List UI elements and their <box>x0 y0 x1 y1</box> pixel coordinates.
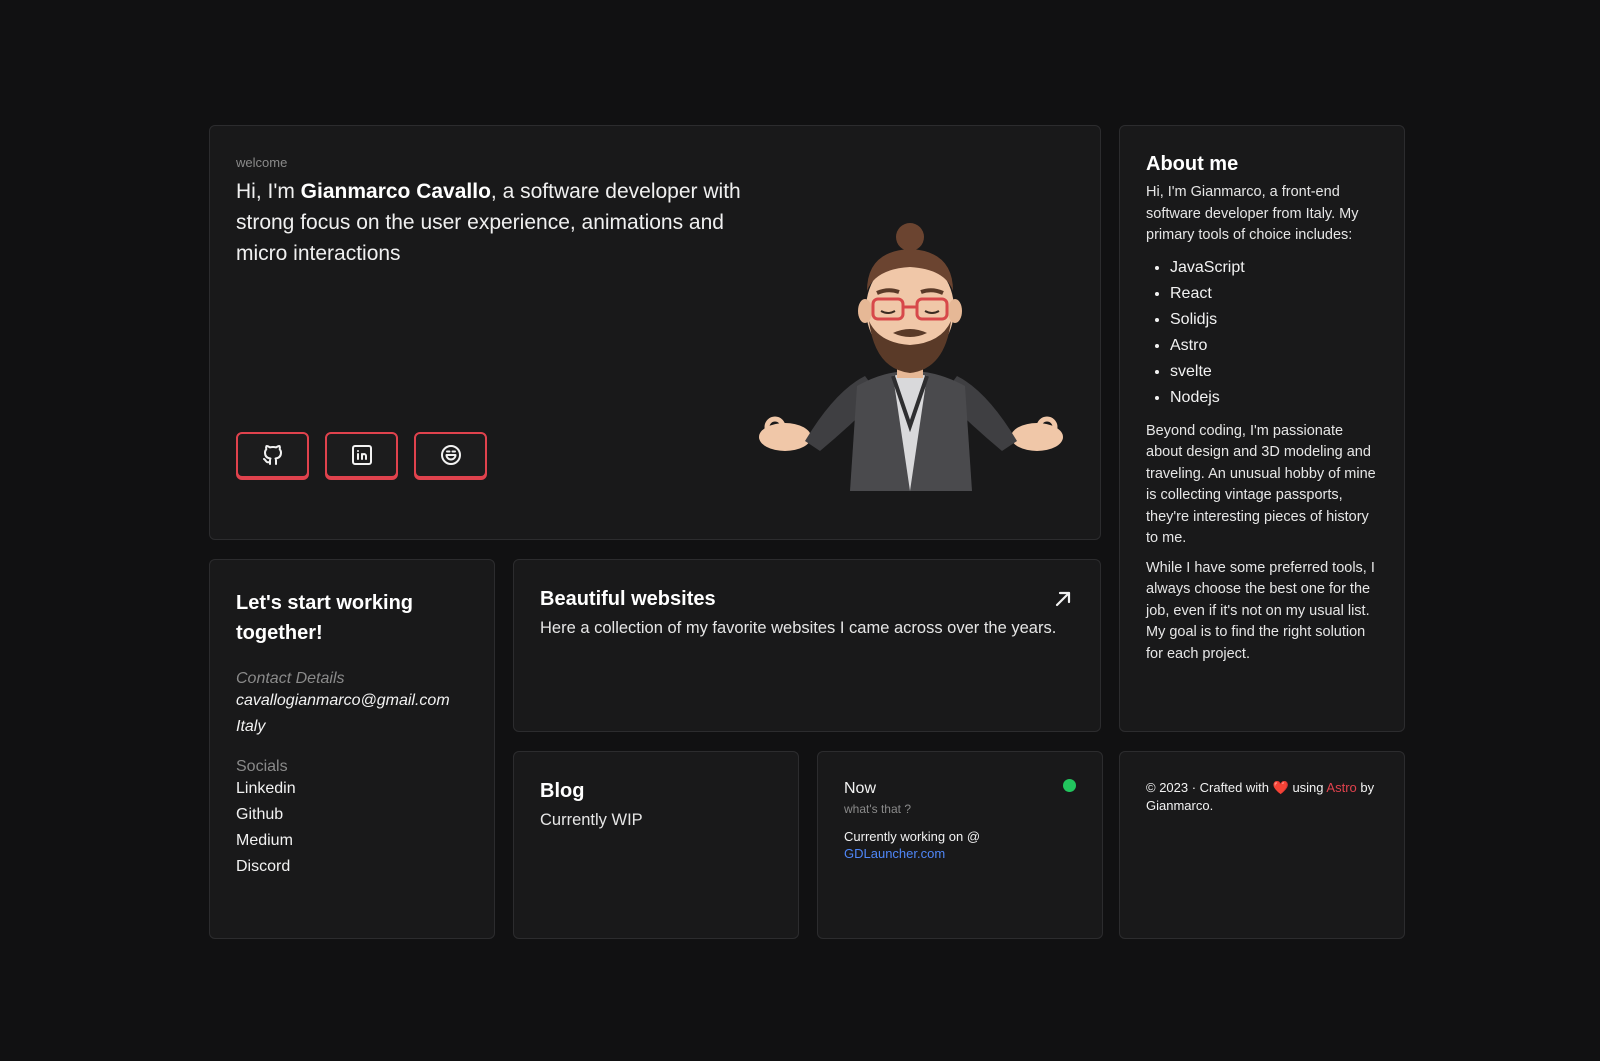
smile-icon <box>440 445 461 465</box>
contact-email[interactable]: cavallogianmarco@gmail.com <box>236 688 468 714</box>
social-link-discord[interactable]: Discord <box>236 854 468 880</box>
contact-country: Italy <box>236 718 266 735</box>
social-link-medium[interactable]: Medium <box>236 828 468 854</box>
socials-label: Socials <box>236 758 288 775</box>
footer-card: © 2023 · Crafted with ❤️ using Astro by … <box>1119 751 1405 939</box>
welcome-label: welcome <box>236 155 288 170</box>
about-title: About me <box>1146 153 1239 175</box>
arrow-up-right-icon[interactable] <box>1054 590 1072 608</box>
now-card: Now what's that ? Currently working on @… <box>817 751 1103 939</box>
astro-link[interactable]: Astro <box>1326 780 1356 795</box>
now-title: Now <box>844 780 877 797</box>
tools-list: JavaScript React Solidjs Astro svelte No… <box>1170 255 1378 411</box>
linkedin-icon <box>351 445 372 465</box>
heart-icon: ❤️ <box>1272 780 1289 795</box>
tool-item: JavaScript <box>1170 255 1378 281</box>
gdlauncher-link[interactable]: GDLauncher.com <box>844 846 945 861</box>
intro-prefix: Hi, I'm <box>236 180 301 203</box>
tool-item: React <box>1170 281 1378 307</box>
smile-button[interactable] <box>414 432 487 478</box>
working-prefix: Currently working on @ <box>844 829 981 844</box>
tool-item: Astro <box>1170 333 1378 359</box>
about-card: About me Hi, I'm Gianmarco, a front-end … <box>1119 125 1405 732</box>
status-dot-icon <box>1063 779 1076 792</box>
blog-title: Blog <box>540 780 585 802</box>
contact-card: Let's start working together! Contact De… <box>209 559 495 939</box>
footer-using: using <box>1288 780 1327 795</box>
about-intro: Hi, I'm Gianmarco, a front-end software … <box>1146 184 1359 243</box>
hero-intro: Hi, I'm Gianmarco Cavallo, a software de… <box>236 176 756 269</box>
tool-item: Solidjs <box>1170 307 1378 333</box>
github-button[interactable] <box>236 432 309 478</box>
now-subtitle: what's that ? <box>844 802 911 816</box>
social-link-github[interactable]: Github <box>236 802 468 828</box>
websites-title: Beautiful websites <box>540 588 716 610</box>
contact-title: Let's start working together! <box>236 592 414 644</box>
blog-status: Currently WIP <box>540 811 643 829</box>
hero-social-buttons <box>236 432 487 478</box>
contact-details-label: Contact Details <box>236 670 345 687</box>
hero-card: welcome Hi, I'm Gianmarco Cavallo, a sof… <box>209 125 1101 540</box>
intro-name: Gianmarco Cavallo <box>300 180 491 203</box>
now-working: Currently working on @ GDLauncher.com <box>844 828 1076 862</box>
blog-card[interactable]: Blog Currently WIP <box>513 751 799 939</box>
about-paragraph-3: While I have some preferred tools, I alw… <box>1146 559 1375 662</box>
tool-item: Nodejs <box>1170 385 1378 411</box>
websites-card[interactable]: Beautiful websites Here a collection of … <box>513 559 1101 732</box>
tool-item: svelte <box>1170 359 1378 385</box>
github-icon <box>262 445 282 465</box>
footer-text: © 2023 · Crafted with ❤️ using Astro by … <box>1146 779 1378 814</box>
footer-prefix: © 2023 · Crafted with <box>1146 780 1273 795</box>
websites-description: Here a collection of my favorite website… <box>540 619 1057 637</box>
memoji-avatar <box>759 223 1063 491</box>
linkedin-button[interactable] <box>325 432 398 478</box>
about-paragraph-2: Beyond coding, I'm passionate about desi… <box>1146 422 1376 547</box>
social-link-linkedin[interactable]: Linkedin <box>236 776 468 802</box>
